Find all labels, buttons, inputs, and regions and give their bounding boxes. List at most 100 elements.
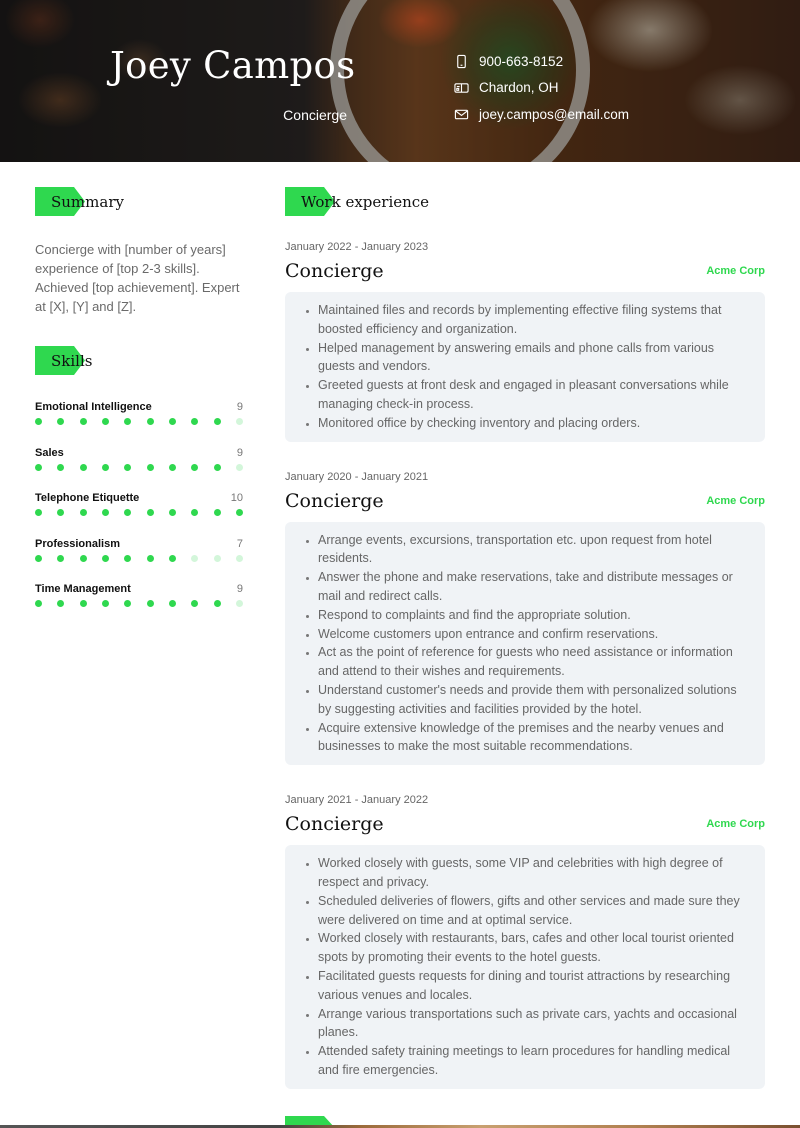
skill-rating-dots — [35, 509, 243, 516]
job-bullet: Act as the point of reference for guests… — [318, 643, 751, 681]
job-bullet: Monitored office by checking inventory a… — [318, 414, 751, 433]
contact-email-text: joey.campos@email.com — [479, 106, 630, 122]
job-company: Acme Corp — [706, 265, 765, 277]
job-bullets: Maintained files and records by implemen… — [318, 301, 751, 433]
skill-rating-dots — [35, 554, 243, 562]
job-entry: January 2020 - January 2021 Concierge Acme… — [285, 468, 765, 766]
job-bullet: Respond to complaints and find the appro… — [318, 606, 751, 625]
candidate-role: Concierge — [283, 107, 347, 123]
summary-heading: Summary — [35, 187, 124, 216]
rating-dot-filled — [79, 554, 87, 562]
skill-name: Telephone Etiquette — [35, 492, 140, 504]
job-bullet: Worked closely with guests, some VIP and… — [318, 854, 751, 892]
job-description: Arrange events, excursions, transportati… — [285, 521, 765, 766]
rating-dot-empty — [235, 418, 243, 425]
rating-dot-filled — [168, 600, 176, 607]
contact-phone-text: 900-663-8152 — [479, 53, 564, 69]
rating-dot-filled — [146, 509, 154, 516]
rating-dot-filled — [168, 418, 176, 425]
skill-item: Sales 9 — [35, 444, 243, 490]
rating-dot-empty — [235, 463, 243, 471]
job-bullets: Worked closely with guests, some VIP and… — [318, 854, 751, 1080]
rating-dot-empty — [213, 554, 221, 562]
contact-location-text: Chardon, OH — [479, 80, 559, 96]
rating-dot-filled — [101, 509, 109, 516]
job-company: Acme Corp — [706, 818, 765, 831]
skill-score: 7 — [236, 537, 243, 550]
rating-dot-filled — [124, 418, 132, 425]
rating-dot-filled — [191, 600, 199, 607]
rating-dot-filled — [168, 509, 176, 516]
rating-dot-empty — [191, 554, 199, 562]
rating-dot-filled — [57, 600, 65, 607]
rating-dot-filled — [57, 509, 65, 516]
rating-dot-filled — [213, 509, 221, 516]
skill-score: 10 — [230, 492, 243, 504]
work-experience-heading: Work experience — [285, 187, 429, 216]
job-bullet: Scheduled deliveries of flowers, gifts a… — [318, 892, 751, 930]
contact-location: Chardon, OH — [454, 75, 629, 102]
job-bullet: Worked closely with restaurants, bars, c… — [318, 929, 751, 967]
rating-dot-filled — [79, 418, 87, 425]
contact-list: 900-663-8152 Chardon, OH joey.campos@ema… — [454, 48, 629, 128]
job-bullet: Acquire extensive knowledge of the premi… — [318, 719, 751, 757]
rating-dot-filled — [146, 463, 154, 471]
job-bullet: Greeted guests at front desk and engaged… — [318, 376, 751, 414]
skill-score: 9 — [236, 401, 243, 413]
skill-item: Emotional Intelligence 9 — [35, 398, 243, 444]
rating-dot-filled — [35, 600, 42, 607]
job-entry: January 2022 - January 2023 Concierge Acme… — [285, 238, 765, 442]
rating-dot-filled — [101, 554, 109, 562]
phone-icon — [457, 54, 466, 68]
rating-dot-empty — [235, 554, 243, 562]
skill-name: Sales — [35, 446, 64, 459]
job-company: Acme Corp — [706, 494, 765, 507]
job-bullet: Welcome customers upon entrance and conf… — [318, 625, 751, 644]
skills-heading: Skills — [35, 346, 92, 375]
job-dates: January 2022 - January 2023 — [285, 241, 429, 253]
candidate-name: Joey Campos — [110, 44, 356, 87]
rating-dot-filled — [213, 418, 221, 425]
rating-dot-filled — [235, 509, 243, 516]
rating-dot-filled — [79, 509, 87, 516]
rating-dot-filled — [124, 554, 132, 562]
skill-score: 9 — [236, 583, 243, 595]
rating-dot-filled — [191, 509, 199, 516]
rating-dot-filled — [79, 600, 87, 607]
skill-name: Time Management — [35, 583, 131, 595]
job-bullet: Attended safety training meetings to lea… — [318, 1042, 751, 1080]
skill-rating-dots — [35, 600, 243, 607]
job-bullet: Understand customer's needs and provide … — [318, 681, 751, 719]
skill-name: Emotional Intelligence — [35, 401, 152, 413]
rating-dot-filled — [35, 509, 42, 516]
work-experience-list: January 2022 - January 2023 Concierge Acme… — [285, 238, 765, 1115]
skill-rating-dots — [35, 418, 243, 425]
job-bullet: Answer the phone and make reservations, … — [318, 568, 751, 606]
job-dates: January 2021 - January 2022 — [285, 794, 429, 807]
skill-name: Professionalism — [35, 537, 120, 550]
contact-email[interactable]: joey.campos@email.com — [454, 101, 629, 128]
job-bullet: Maintained files and records by implemen… — [318, 301, 751, 339]
rating-dot-filled — [35, 418, 42, 425]
email-icon — [454, 109, 469, 120]
contact-phone[interactable]: 900-663-8152 — [454, 48, 629, 75]
job-title: Concierge — [285, 813, 384, 836]
summary-text: Concierge with [number of years] experie… — [35, 242, 240, 314]
rating-dot-filled — [101, 600, 109, 607]
skill-rating-dots — [35, 463, 243, 471]
rating-dot-filled — [124, 463, 132, 471]
skill-item: Time Management 9 — [35, 580, 243, 626]
rating-dot-filled — [191, 418, 199, 425]
job-bullet: Arrange various transportations such as … — [318, 1005, 751, 1043]
rating-dot-filled — [168, 554, 176, 562]
job-bullet: Arrange events, excursions, transportati… — [318, 531, 751, 569]
rating-dot-filled — [146, 554, 154, 562]
job-dates: January 2020 - January 2021 — [285, 470, 429, 483]
rating-dot-filled — [35, 554, 42, 562]
rating-dot-filled — [191, 463, 199, 471]
mailbox-icon — [454, 83, 469, 93]
rating-dot-filled — [57, 418, 65, 425]
rating-dot-filled — [146, 418, 154, 425]
rating-dot-filled — [101, 418, 109, 425]
job-title: Concierge — [285, 489, 384, 512]
